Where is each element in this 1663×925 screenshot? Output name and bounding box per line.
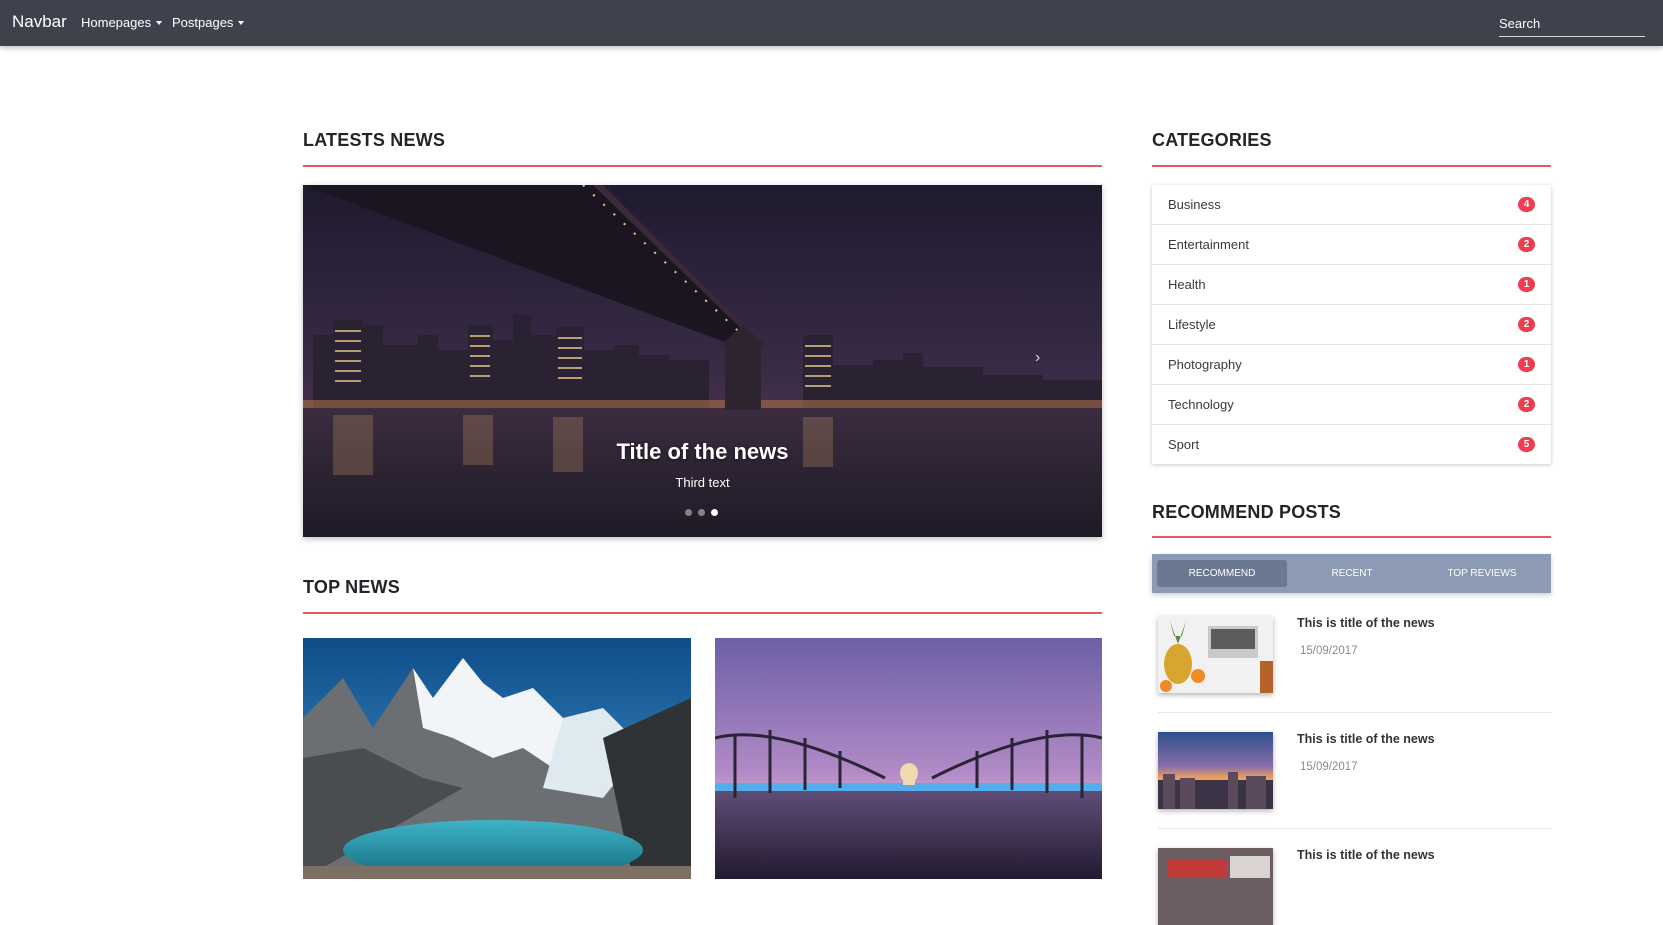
latest-news-heading: LATESTS NEWS bbox=[303, 130, 446, 150]
millennium-bridge-image bbox=[715, 638, 1102, 879]
category-lifestyle[interactable]: Lifestyle 2 bbox=[1152, 305, 1551, 345]
categories-list: Business 4 Entertainment 2 Health 1 Life… bbox=[1152, 185, 1551, 464]
caret-down-icon bbox=[238, 20, 245, 25]
caret-down-icon bbox=[156, 20, 163, 25]
recommend-posts-heading: RECOMMEND POSTS bbox=[1152, 502, 1342, 522]
post-title[interactable]: This is title of the news bbox=[1297, 732, 1435, 746]
category-entertainment[interactable]: Entertainment 2 bbox=[1152, 225, 1551, 265]
mountain-lake-image bbox=[303, 638, 691, 879]
carousel-indicators bbox=[685, 509, 718, 516]
category-count-badge: 2 bbox=[1518, 237, 1535, 252]
post-thumbnail[interactable] bbox=[1158, 732, 1273, 809]
top-news-card-mountain[interactable] bbox=[303, 638, 691, 879]
category-count-badge: 1 bbox=[1518, 277, 1535, 292]
post-title[interactable]: This is title of the news bbox=[1297, 616, 1435, 630]
city-sunset-image bbox=[1158, 732, 1273, 809]
top-news-card-bridge[interactable] bbox=[715, 638, 1102, 879]
post-thumbnail[interactable] bbox=[1158, 616, 1273, 693]
post-date: 15/09/2017 bbox=[1300, 761, 1358, 773]
nav-homepages-dropdown[interactable]: Homepages bbox=[81, 15, 163, 30]
top-news-divider bbox=[303, 612, 1102, 614]
category-photography[interactable]: Photography 1 bbox=[1152, 345, 1551, 385]
category-health[interactable]: Health 1 bbox=[1152, 265, 1551, 305]
carousel-indicator-3[interactable] bbox=[711, 509, 718, 516]
tab-recommend[interactable]: RECOMMEND bbox=[1157, 560, 1287, 587]
recommend-posts-divider bbox=[1152, 536, 1551, 538]
category-business[interactable]: Business 4 bbox=[1152, 185, 1551, 225]
category-count-badge: 2 bbox=[1518, 317, 1535, 332]
category-label: Lifestyle bbox=[1168, 317, 1216, 332]
category-count-badge: 1 bbox=[1518, 357, 1535, 372]
top-news-heading: TOP NEWS bbox=[303, 577, 400, 597]
post-title[interactable]: This is title of the news bbox=[1297, 848, 1435, 862]
carousel-prev-button[interactable]: ‹ bbox=[333, 349, 338, 367]
red-car-image bbox=[1158, 848, 1273, 925]
laptop-pineapple-image bbox=[1158, 616, 1273, 693]
category-label: Photography bbox=[1168, 357, 1242, 372]
category-label: Technology bbox=[1168, 397, 1234, 412]
category-count-badge: 5 bbox=[1518, 437, 1535, 452]
navbar-brand[interactable]: Navbar bbox=[12, 12, 67, 32]
latest-news-divider bbox=[303, 165, 1102, 167]
category-count-badge: 4 bbox=[1518, 197, 1535, 212]
carousel-title: Title of the news bbox=[616, 439, 789, 464]
carousel-indicator-2[interactable] bbox=[698, 509, 705, 516]
nav-homepages-label: Homepages bbox=[81, 15, 152, 30]
news-carousel[interactable]: Title of the news Third text ‹ › bbox=[303, 185, 1102, 537]
posts-tabs: RECOMMEND RECENT TOP REVIEWS bbox=[1152, 554, 1551, 593]
search-input[interactable] bbox=[1499, 12, 1645, 34]
category-label: Business bbox=[1168, 197, 1221, 212]
nav-postpages-dropdown[interactable]: Postpages bbox=[172, 15, 245, 30]
category-label: Health bbox=[1168, 277, 1206, 292]
search-box bbox=[1499, 12, 1645, 37]
categories-heading: CATEGORIES bbox=[1152, 130, 1272, 150]
category-sport[interactable]: Sport 5 bbox=[1152, 425, 1551, 464]
post-divider bbox=[1158, 712, 1552, 713]
top-navbar: Navbar Homepages Postpages bbox=[0, 0, 1663, 46]
category-technology[interactable]: Technology 2 bbox=[1152, 385, 1551, 425]
carousel-indicator-1[interactable] bbox=[685, 509, 692, 516]
category-label: Sport bbox=[1168, 437, 1200, 452]
category-label: Entertainment bbox=[1168, 237, 1249, 252]
tab-recent[interactable]: RECENT bbox=[1287, 560, 1417, 587]
category-count-badge: 2 bbox=[1518, 397, 1535, 412]
categories-divider bbox=[1152, 165, 1551, 167]
post-thumbnail[interactable] bbox=[1158, 848, 1273, 925]
tab-top-reviews[interactable]: TOP REVIEWS bbox=[1417, 560, 1547, 587]
carousel-next-button[interactable]: › bbox=[1035, 349, 1040, 367]
nav-postpages-label: Postpages bbox=[172, 15, 234, 30]
post-divider bbox=[1158, 828, 1552, 829]
post-date: 15/09/2017 bbox=[1300, 645, 1358, 657]
carousel-caption: Third text bbox=[675, 475, 730, 490]
